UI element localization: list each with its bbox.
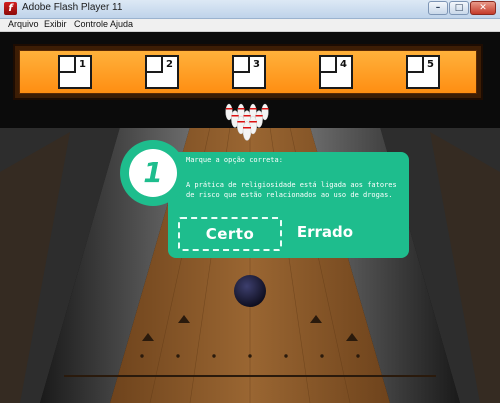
frame-number: 2 — [166, 59, 173, 70]
scoreboard-panel: 1 2 3 4 5 — [19, 50, 477, 94]
frame-box: 5 — [406, 55, 440, 89]
frame-box: 2 — [145, 55, 179, 89]
frame-number: 1 — [79, 59, 86, 70]
menu-controle[interactable]: Controle — [74, 19, 108, 29]
maximize-button[interactable]: □ — [449, 1, 469, 15]
frame-number: 4 — [340, 59, 347, 70]
menu-exibir[interactable]: Exibir — [44, 19, 67, 29]
menu-ajuda[interactable]: Ajuda — [110, 19, 133, 29]
answer-wrong-button[interactable]: Errado — [288, 217, 362, 251]
frame-number: 5 — [427, 59, 434, 70]
window-controls: – □ ✕ — [428, 1, 496, 16]
window-title: Adobe Flash Player 11 — [22, 2, 123, 13]
answer-correct-button[interactable]: Certo — [178, 217, 282, 251]
window-titlebar: f Adobe Flash Player 11 – □ ✕ — [0, 0, 500, 19]
menu-bar: Arquivo Exibir Controle Ajuda — [0, 19, 500, 32]
menu-arquivo[interactable]: Arquivo — [8, 19, 39, 29]
frame-box: 3 — [232, 55, 266, 89]
flash-icon: f — [4, 2, 17, 15]
close-button[interactable]: ✕ — [470, 1, 496, 15]
question-prompt: Marque a opção correta: — [186, 156, 283, 164]
question-text: A prática de religiosidade está ligada a… — [186, 181, 397, 199]
bowling-ball — [234, 275, 266, 307]
foul-line — [64, 375, 436, 377]
frame-number: 3 — [253, 59, 260, 70]
frame-box: 1 — [58, 55, 92, 89]
game-canvas[interactable]: 1 2 3 4 5 1 Marque a opção correta: A pr… — [0, 32, 500, 403]
frame-box: 4 — [319, 55, 353, 89]
frame-scoreboard: 1 2 3 4 5 — [13, 44, 483, 100]
question-number: 1 — [129, 149, 177, 197]
minimize-button[interactable]: – — [428, 1, 448, 15]
